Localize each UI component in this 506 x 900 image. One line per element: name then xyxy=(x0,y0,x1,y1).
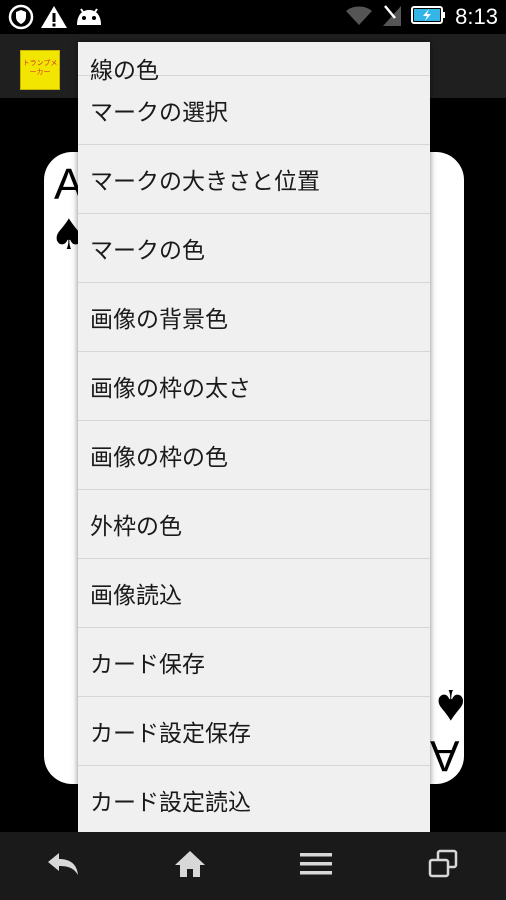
menu-item-label: マークの選択 xyxy=(90,100,228,126)
shield-notification-icon xyxy=(8,4,34,34)
menu-item-label: 画像の枠の色 xyxy=(90,445,228,471)
navigation-bar xyxy=(0,832,506,900)
android-icon xyxy=(74,5,104,33)
card-rank-bottom: A xyxy=(430,731,460,780)
menu-item-save-card-settings[interactable]: カード設定保存 xyxy=(78,697,430,766)
options-menu: 線の色 マークの選択 マークの大きさと位置 マークの色 画像の背景色 画像の枠の… xyxy=(78,42,430,832)
recent-apps-button[interactable] xyxy=(413,836,473,896)
warning-icon xyxy=(40,4,68,34)
menu-item-label: 線の色 xyxy=(90,58,159,84)
menu-item-label: 画像の枠の太さ xyxy=(90,376,251,402)
menu-icon xyxy=(299,851,333,881)
home-button[interactable] xyxy=(160,836,220,896)
battery-charging-icon xyxy=(411,3,447,31)
menu-item-label: マークの大きさと位置 xyxy=(90,169,320,195)
menu-item-image-bg-color[interactable]: 画像の背景色 xyxy=(78,283,430,352)
menu-item-save-card[interactable]: カード保存 xyxy=(78,628,430,697)
menu-item-mark-color[interactable]: マークの色 xyxy=(78,214,430,283)
menu-item-load-card-settings[interactable]: カード設定読込 xyxy=(78,766,430,832)
menu-item-outer-border-color[interactable]: 外枠の色 xyxy=(78,490,430,559)
menu-item-label: 画像読込 xyxy=(90,583,182,609)
menu-item-label: カード設定保存 xyxy=(90,721,251,747)
app-logo-text: トランプメーカー xyxy=(22,59,58,76)
no-signal-icon xyxy=(381,2,403,32)
menu-item-load-image[interactable]: 画像読込 xyxy=(78,559,430,628)
app-logo[interactable]: トランプメーカー xyxy=(20,50,60,90)
menu-item-image-border-width[interactable]: 画像の枠の太さ xyxy=(78,352,430,421)
menu-item-label: 外枠の色 xyxy=(90,514,182,540)
back-icon xyxy=(46,851,80,881)
back-button[interactable] xyxy=(33,836,93,896)
menu-item-line-color[interactable]: 線の色 xyxy=(78,42,430,84)
menu-item-label: カード保存 xyxy=(90,652,205,678)
menu-item-label: カード設定読込 xyxy=(90,790,251,816)
menu-item-mark-size-position[interactable]: マークの大きさと位置 xyxy=(78,145,430,214)
menu-item-image-border-color[interactable]: 画像の枠の色 xyxy=(78,421,430,490)
home-icon xyxy=(173,849,207,883)
wifi-icon xyxy=(345,3,373,31)
menu-item-mark-select[interactable]: マークの選択 xyxy=(78,76,430,145)
menu-button[interactable] xyxy=(286,836,346,896)
clock: 8:13 xyxy=(455,4,498,29)
menu-item-label: 画像の背景色 xyxy=(90,307,228,333)
spade-icon: ♠ xyxy=(432,680,470,729)
menu-item-label: マークの色 xyxy=(90,238,205,264)
recent-apps-icon xyxy=(428,849,458,883)
status-bar: 8:13 xyxy=(0,0,506,34)
